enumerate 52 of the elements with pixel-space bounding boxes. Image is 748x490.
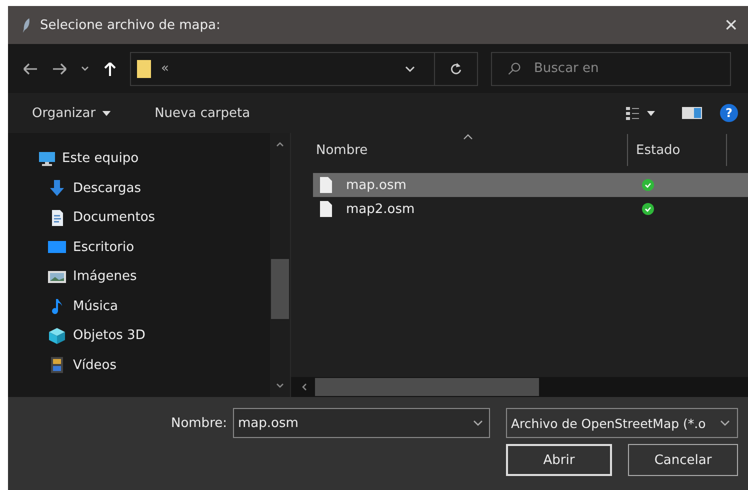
- window-title: Selecione archivo de mapa:: [40, 18, 222, 32]
- help-button[interactable]: ?: [720, 104, 738, 122]
- name-label: Nombre:: [170, 416, 227, 430]
- sidebar-item[interactable]: Documentos: [8, 203, 270, 232]
- sidebar-item[interactable]: Escritorio: [8, 232, 270, 262]
- file-type-dropdown[interactable]: Archivo de OpenStreetMap (*.o: [506, 408, 738, 438]
- cube-icon: [48, 328, 66, 344]
- video-icon: [48, 357, 66, 374]
- vertical-scrollbar[interactable]: [270, 133, 290, 397]
- file-name: map2.osm: [346, 202, 416, 216]
- sidebar-item[interactable]: Vídeos: [8, 350, 270, 380]
- search-field[interactable]: Buscar en: [491, 52, 731, 86]
- download-arrow-icon: [48, 180, 66, 196]
- file-name: map.osm: [346, 178, 408, 192]
- sidebar-item[interactable]: Imágenes: [8, 262, 270, 292]
- filename-field[interactable]: map.osm: [233, 408, 490, 438]
- file-icon: [320, 201, 332, 217]
- cancel-button[interactable]: Cancelar: [628, 444, 738, 476]
- new-folder-button[interactable]: Nueva carpeta: [146, 102, 258, 124]
- back-arrow-icon[interactable]: [22, 60, 38, 76]
- open-button[interactable]: Abrir: [506, 444, 612, 476]
- sidebar-item[interactable]: Este equipo: [8, 144, 270, 174]
- search-icon: [507, 62, 521, 76]
- folder-icon: [137, 60, 151, 78]
- horizontal-scrollbar[interactable]: [291, 377, 748, 397]
- scrollbar-thumb[interactable]: [271, 259, 289, 319]
- preview-pane-icon[interactable]: [682, 106, 702, 120]
- check-status-icon: [642, 179, 654, 191]
- column-header[interactable]: Nombre: [291, 134, 628, 166]
- column-header[interactable]: Estado: [628, 134, 727, 166]
- address-path: «: [161, 61, 170, 76]
- file-row[interactable]: map.osm: [313, 173, 748, 197]
- organize-menu-button[interactable]: Organizar: [24, 102, 119, 124]
- up-arrow-icon[interactable]: [102, 60, 118, 76]
- check-status-icon: [642, 203, 654, 215]
- forward-arrow-icon[interactable]: [52, 60, 68, 76]
- computer-icon: [38, 150, 56, 167]
- sidebar-item[interactable]: Objetos 3D: [8, 321, 270, 350]
- file-row[interactable]: map2.osm: [313, 197, 748, 221]
- sidebar-item[interactable]: Descargas: [8, 174, 270, 203]
- view-options-icon[interactable]: [626, 106, 656, 120]
- scrollbar-thumb[interactable]: [315, 378, 539, 396]
- pictures-icon: [48, 268, 66, 285]
- address-bar[interactable]: «: [130, 52, 478, 86]
- caret-icon: [102, 110, 111, 116]
- feather-icon: [22, 18, 31, 32]
- desktop-icon: [48, 239, 66, 256]
- refresh-icon[interactable]: [449, 62, 463, 76]
- sidebar-item[interactable]: Música: [8, 292, 270, 321]
- file-icon: [320, 177, 332, 193]
- close-button[interactable]: ✕: [714, 14, 748, 36]
- recent-chevron-icon[interactable]: [80, 64, 90, 74]
